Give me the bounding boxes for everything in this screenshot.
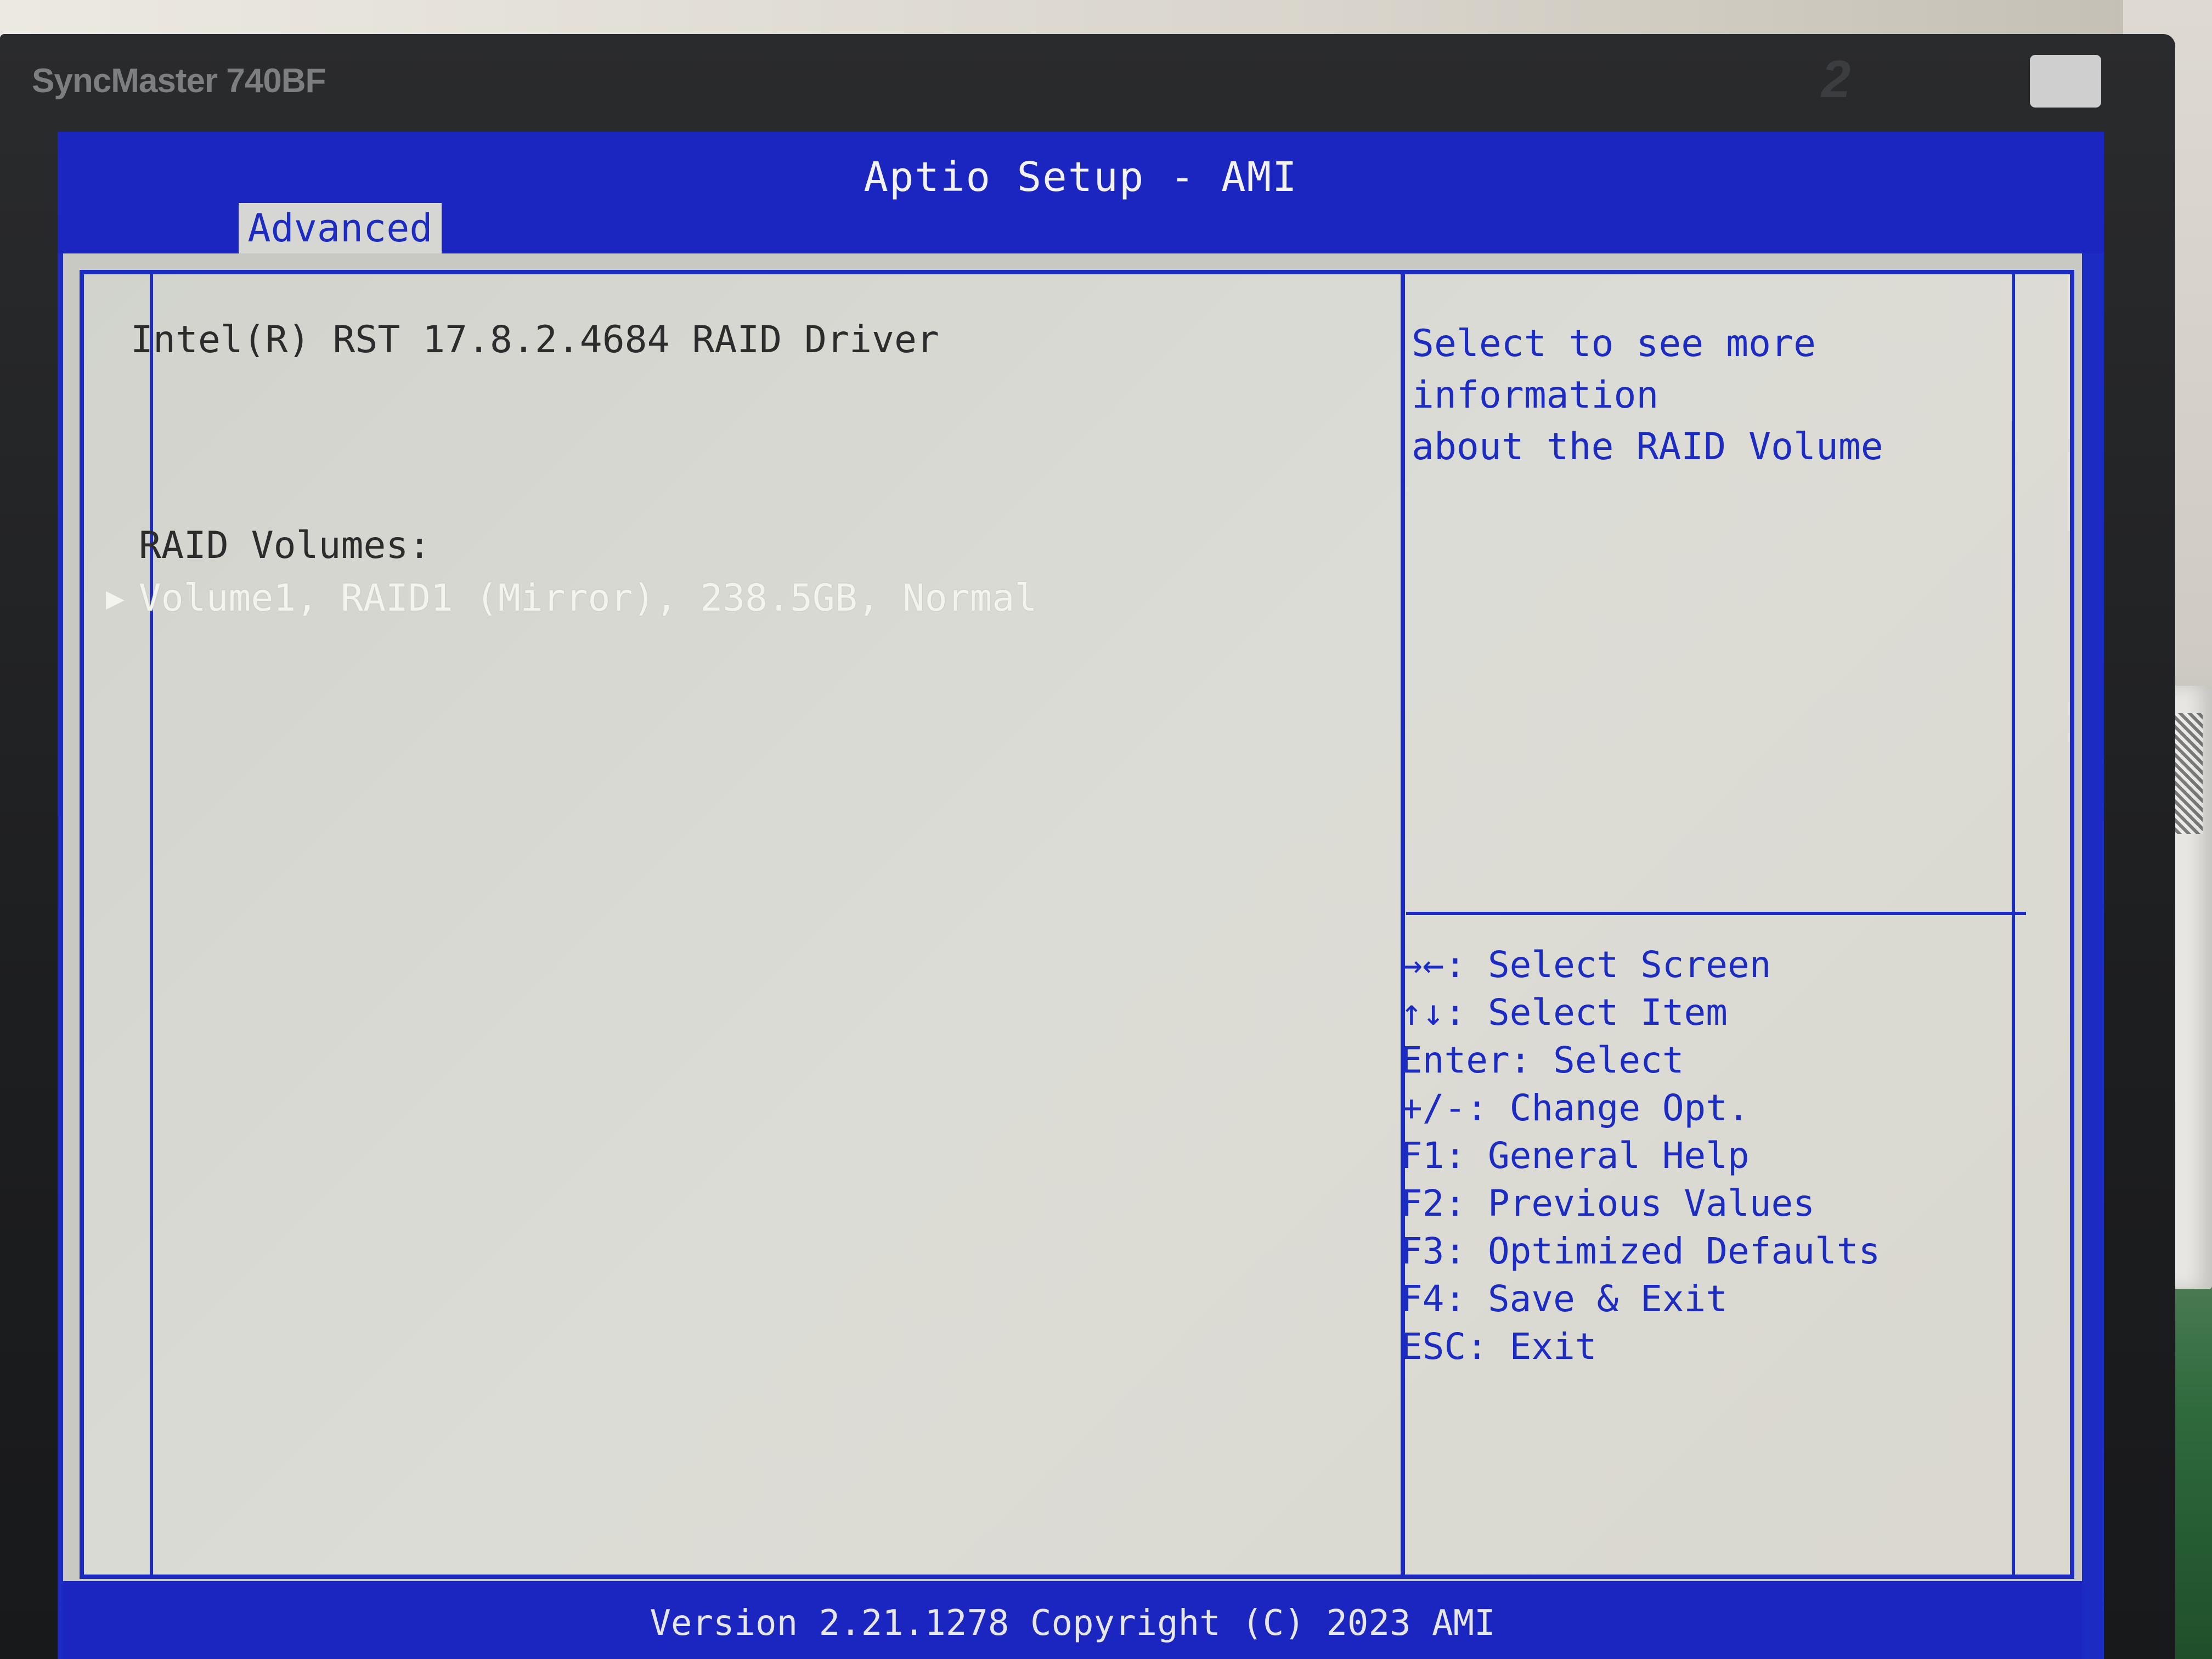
panel-divider xyxy=(1401,274,1405,1575)
bios-footer: Version 2.21.1278 Copyright (C) 2023 AMI xyxy=(63,1581,2082,1659)
key-f1: F1: General Help xyxy=(1401,1135,1750,1177)
key-f4: F4: Save & Exit xyxy=(1401,1278,1728,1320)
main-frame: Intel(R) RST 17.8.2.4684 RAID Driver RAI… xyxy=(80,270,2074,1579)
bios-body: Intel(R) RST 17.8.2.4684 RAID Driver RAI… xyxy=(63,253,2082,1659)
tab-advanced[interactable]: Advanced xyxy=(239,203,442,253)
key-enter: Enter: Select xyxy=(1401,1039,1684,1081)
key-legend: →←: Select Screen ↑↓: Select Item Enter:… xyxy=(1401,941,2015,1370)
bios-screen: Aptio Setup - AMI Advanced Intel(R) RST … xyxy=(58,132,2104,1659)
version-copyright: Version 2.21.1278 Copyright (C) 2023 AMI xyxy=(650,1603,1496,1644)
raid-volume-item[interactable]: ▶ Volume1, RAID1 (Mirror), 238.5GB, Norm… xyxy=(106,573,1037,623)
item-help-panel: Select to see more information about the… xyxy=(1412,318,2015,473)
raid-volumes-label: RAID Volumes: xyxy=(139,524,431,567)
key-change-opt: +/-: Change Opt. xyxy=(1401,1087,1750,1129)
bios-title: Aptio Setup - AMI xyxy=(864,154,1298,201)
triangle-right-icon: ▶ xyxy=(106,580,125,616)
help-line-2: about the RAID Volume xyxy=(1412,425,1883,469)
help-divider xyxy=(1406,912,2026,915)
monitor-power-button[interactable] xyxy=(2030,55,2101,108)
response-time-logo: 2 xyxy=(1821,50,1851,109)
key-esc: ESC: Exit xyxy=(1401,1325,1597,1368)
help-line-1: Select to see more information xyxy=(1412,322,1816,417)
monitor-brand: SyncMaster 740BF xyxy=(32,62,326,100)
bios-title-bar: Aptio Setup - AMI Advanced xyxy=(58,132,2104,253)
key-f2: F2: Previous Values xyxy=(1401,1182,1815,1224)
photo-scene: SyncMaster 740BF 2 Aptio Setup - AMI Adv… xyxy=(0,0,2212,1659)
raid-volume-label: Volume1, RAID1 (Mirror), 238.5GB, Normal xyxy=(138,576,1037,620)
key-f3: F3: Optimized Defaults xyxy=(1401,1230,1881,1272)
key-select-item: ↑↓: Select Item xyxy=(1401,991,1728,1034)
key-select-screen: →←: Select Screen xyxy=(1401,944,1771,986)
driver-version-text: Intel(R) RST 17.8.2.4684 RAID Driver xyxy=(131,318,939,362)
